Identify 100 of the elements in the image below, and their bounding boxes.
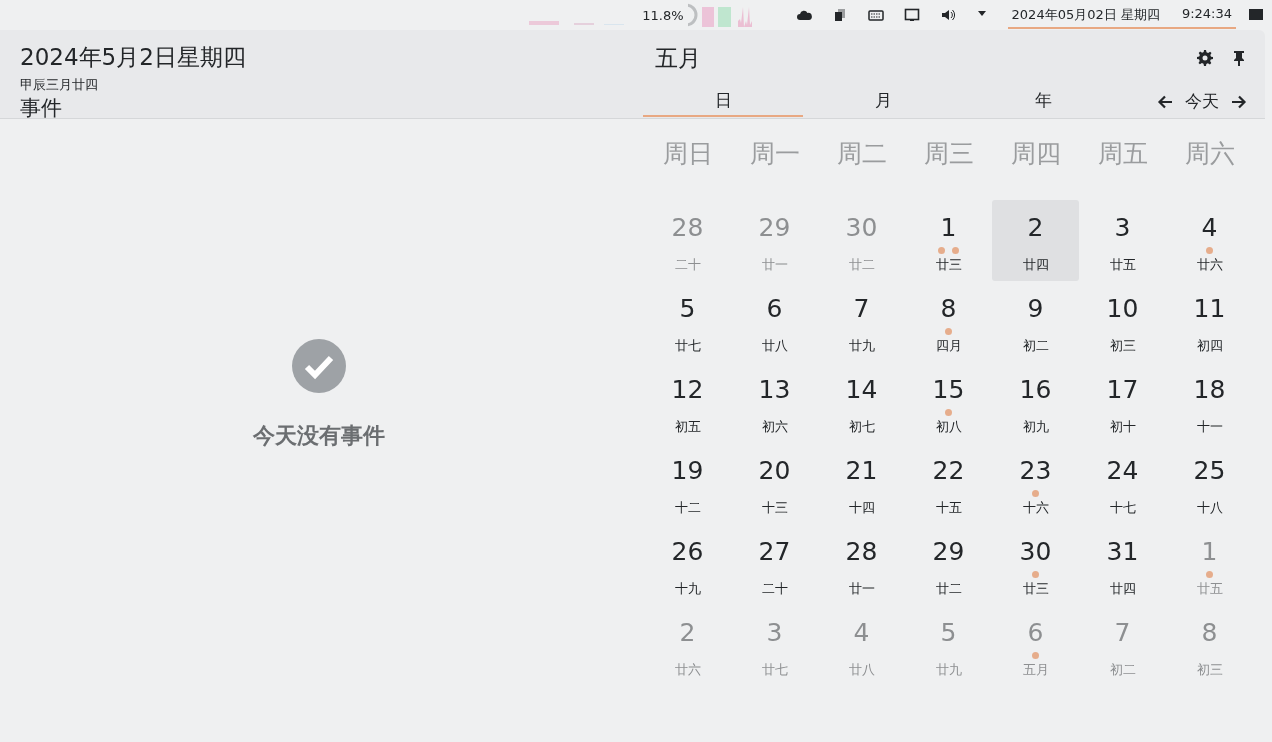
lunar-day: 廿二	[848, 256, 875, 274]
day-number: 28	[671, 212, 704, 244]
lunar-day: 廿七	[761, 661, 788, 679]
volume-icon	[939, 7, 956, 23]
lunar-day: 初五	[674, 418, 701, 436]
day-cell[interactable]: 15 初八	[905, 362, 992, 443]
day-number: 7	[1114, 617, 1131, 649]
lunar-day: 五月	[1022, 661, 1049, 679]
day-cell[interactable]: 5 廿七	[644, 281, 731, 362]
event-dot	[1206, 246, 1213, 254]
day-cell[interactable]: 31 廿四	[1079, 524, 1166, 605]
lunar-day: 廿九	[935, 661, 962, 679]
day-number: 10	[1106, 293, 1139, 325]
event-dot	[945, 408, 952, 416]
lunar-day: 初七	[848, 418, 875, 436]
day-cell[interactable]: 23 十六	[992, 443, 1079, 524]
day-cell[interactable]: 17 初十	[1079, 362, 1166, 443]
lunar-day: 廿六	[1196, 256, 1223, 274]
day-number: 7	[853, 293, 870, 325]
day-number: 1	[1201, 536, 1218, 568]
lunar-day: 初三	[1109, 337, 1136, 355]
lunar-date: 甲辰三月廿四	[20, 76, 99, 94]
lunar-day: 廿一	[848, 580, 875, 598]
lunar-day: 廿三	[1022, 580, 1049, 598]
day-number: 28	[845, 536, 878, 568]
weekday-header: 周四	[1009, 138, 1062, 170]
view-tab[interactable]: 年	[963, 86, 1123, 117]
day-cell[interactable]: 11 初四	[1166, 281, 1253, 362]
day-number: 27	[758, 536, 791, 568]
clock-time: 9:24:34	[1181, 5, 1232, 23]
clock-widget[interactable]: 2024年05月02日 星期四 9:24:34	[1007, 1, 1236, 29]
day-cell[interactable]: 1 廿三	[905, 200, 992, 281]
day-cell[interactable]: 19 十二	[644, 443, 731, 524]
day-number: 30	[1019, 536, 1052, 568]
day-cell[interactable]: 4 廿六	[1166, 200, 1253, 281]
clock-date: 2024年05月02日 星期四	[1011, 5, 1160, 24]
lunar-day: 十七	[1109, 499, 1136, 517]
network-icon	[903, 7, 920, 23]
day-cell[interactable]: 9 初二	[992, 281, 1079, 362]
lunar-day: 十九	[674, 580, 701, 598]
lunar-day: 十五	[935, 499, 962, 517]
day-cell[interactable]: 12 初五	[644, 362, 731, 443]
day-number: 12	[671, 374, 704, 406]
event-dot	[952, 246, 959, 254]
event-dot	[1032, 651, 1039, 659]
day-cell[interactable]: 21 十四	[818, 443, 905, 524]
day-cell[interactable]: 10 初三	[1079, 281, 1166, 362]
lunar-day: 二十	[674, 256, 701, 274]
day-number: 26	[671, 536, 704, 568]
day-cell[interactable]: 27 二十	[731, 524, 818, 605]
lunar-day: 廿四	[1022, 256, 1049, 274]
weekday-header: 周二	[835, 138, 888, 170]
day-number: 31	[1106, 536, 1139, 568]
day-number: 17	[1106, 374, 1139, 406]
today-button[interactable]: 今天	[1181, 90, 1223, 113]
event-dot	[1032, 489, 1039, 497]
day-cell[interactable]: 30 廿三	[992, 524, 1079, 605]
empty-message: 今天没有事件	[253, 422, 385, 450]
day-cell[interactable]: 22 十五	[905, 443, 992, 524]
lunar-day: 四月	[935, 337, 962, 355]
lunar-day: 初二	[1109, 661, 1136, 679]
day-number: 30	[845, 212, 878, 244]
cpu-usage-reading: 11.8%	[642, 7, 684, 23]
lunar-day: 廿五	[1109, 256, 1136, 274]
lunar-day: 初十	[1109, 418, 1136, 436]
day-cell[interactable]: 7 廿九	[818, 281, 905, 362]
event-dot	[1032, 570, 1039, 578]
day-cell[interactable]: 18 十一	[1166, 362, 1253, 443]
day-number: 5	[679, 293, 696, 325]
day-cell[interactable]: 8 四月	[905, 281, 992, 362]
lunar-day: 二十	[761, 580, 788, 598]
day-cell[interactable]: 25 十八	[1166, 443, 1253, 524]
day-cell[interactable]: 6 廿八	[731, 281, 818, 362]
day-cell[interactable]: 14 初七	[818, 362, 905, 443]
day-number: 9	[1027, 293, 1044, 325]
settings-button[interactable]	[1195, 48, 1215, 68]
day-number: 4	[853, 617, 870, 649]
lunar-day: 初八	[935, 418, 962, 436]
day-cell[interactable]: 28 廿一	[818, 524, 905, 605]
event-dot	[1206, 570, 1213, 578]
day-number: 8	[1201, 617, 1218, 649]
day-number: 1	[940, 212, 957, 244]
day-cell[interactable]: 26 十九	[644, 524, 731, 605]
lunar-day: 十三	[761, 499, 788, 517]
day-cell[interactable]: 13 初六	[731, 362, 818, 443]
day-number: 18	[1193, 374, 1226, 406]
day-cell[interactable]: 29 廿二	[905, 524, 992, 605]
day-number: 4	[1201, 212, 1218, 244]
day-number: 14	[845, 374, 878, 406]
month-title: 五月	[655, 43, 702, 73]
weekday-header: 周三	[922, 138, 975, 170]
day-cell[interactable]: 24 十七	[1079, 443, 1166, 524]
view-tab[interactable]: 月	[803, 86, 963, 117]
day-cell[interactable]: 16 初九	[992, 362, 1079, 443]
day-cell[interactable]: 20 十三	[731, 443, 818, 524]
view-tab[interactable]: 日	[643, 86, 803, 117]
day-number: 21	[845, 455, 878, 487]
day-number: 2	[679, 617, 696, 649]
day-cell[interactable]: 2 廿四	[992, 200, 1079, 281]
day-cell[interactable]: 3 廿五	[1079, 200, 1166, 281]
